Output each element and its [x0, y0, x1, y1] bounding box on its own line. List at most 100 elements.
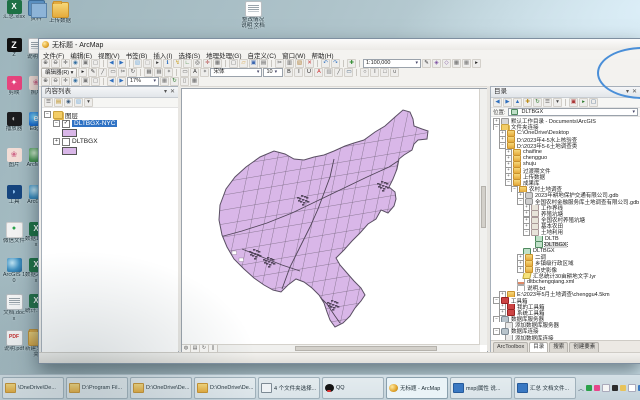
catalog-item-label[interactable]: chengguo [523, 155, 547, 161]
print-icon[interactable]: ▤ [259, 59, 268, 68]
menu-item-6[interactable]: 地理处理(G) [206, 50, 241, 60]
desktop-icon-zapp[interactable]: ZZ [2, 38, 26, 58]
rect-icon[interactable]: ▭ [108, 68, 117, 77]
table-icon[interactable]: ▦ [144, 68, 153, 77]
up-icon[interactable]: ▲ [513, 98, 522, 107]
open-icon[interactable]: ▱ [239, 59, 248, 68]
desktop-icon-doc[interactable]: 整改情况说明 文档汇总 [241, 1, 265, 29]
desktop-icon-dark[interactable]: ◐播放器 [2, 112, 26, 132]
back-icon[interactable]: ◀ [107, 59, 116, 68]
layer-visibility-checkbox[interactable] [62, 138, 70, 146]
toc-tree-row[interactable]: −图层 [44, 110, 178, 119]
snap-icon[interactable]: ◇ [442, 59, 451, 68]
identify-icon[interactable]: ℹ [163, 59, 172, 68]
catalog-tab-ArcToolbox[interactable]: ArcToolbox [493, 342, 528, 352]
taskbar-button-qq[interactable]: QQ [322, 377, 384, 399]
rotate-icon[interactable]: ↻ [128, 68, 137, 77]
catalog-item-label[interactable]: 文件夹连接 [511, 124, 539, 130]
table-icon[interactable]: ▦ [190, 77, 199, 86]
underline-icon[interactable]: U [304, 68, 313, 77]
toc-tree-row[interactable] [44, 128, 178, 137]
page-icon[interactable]: ▯ [180, 77, 189, 86]
pencil-icon[interactable]: ✎ [88, 68, 97, 77]
refresh-icon[interactable]: ↻ [170, 77, 179, 86]
zoom-out-icon[interactable]: ⊖ [51, 59, 60, 68]
toc-tree-row[interactable] [44, 146, 178, 155]
cut-icon[interactable]: ✂ [275, 59, 284, 68]
arrow-icon[interactable]: ▸ [78, 68, 87, 77]
select-icon[interactable]: ▧ [133, 59, 142, 68]
rect-icon[interactable]: ▭ [180, 68, 189, 77]
taskbar-button-folder[interactable]: D:\Program Fil... [66, 377, 128, 399]
grid-icon[interactable]: ▦ [462, 59, 471, 68]
table-icon[interactable]: ▦ [452, 59, 461, 68]
desktop-icon-blue[interactable]: ◗工具 [2, 185, 26, 205]
list-select-icon[interactable]: ▧ [74, 98, 83, 107]
options-icon[interactable]: ▾ [84, 98, 93, 107]
menu-item-4[interactable]: 插入(I) [153, 50, 172, 60]
taskbar-button-monitor[interactable]: 4 个文件夹选择... [258, 377, 320, 399]
menu-item-2[interactable]: 视图(V) [98, 50, 120, 60]
catalog-tab-目录[interactable]: 目录 [529, 342, 548, 352]
font-family-combo[interactable]: 宋体▾ [210, 68, 262, 77]
catalog-item-label[interactable]: D:\2023年5-6土地调查类 [517, 143, 577, 149]
catalog-item-label[interactable]: C:\OneDrive\Desktop [517, 130, 569, 136]
expand-icon[interactable]: − [493, 316, 500, 322]
desktop-icon-excel[interactable]: X数据2.xlsx [24, 258, 48, 284]
xy-icon[interactable]: ✛ [203, 59, 212, 68]
find-icon[interactable]: ◎ [193, 59, 202, 68]
list-order-icon[interactable]: ☰ [44, 98, 53, 107]
tray-icon-0[interactable] [586, 385, 592, 391]
taskbar-button-arcmap[interactable]: 无标题 - ArcMap [386, 377, 448, 399]
taskbar-button-folder[interactable]: D:\OneDrive\De... [194, 377, 256, 399]
tree-view-icon[interactable]: ☰ [543, 98, 552, 107]
full-extent-icon[interactable]: ◉ [71, 77, 80, 86]
table-icon[interactable]: ▦ [213, 59, 222, 68]
u-icon[interactable]: ∪ [390, 68, 399, 77]
add-data-icon[interactable]: ✚ [347, 59, 356, 68]
layer-visibility-checkbox[interactable]: ✓ [62, 120, 70, 128]
catalog-item-label[interactable]: E:\2023年5月土地调查\chenggu4.5km [517, 291, 610, 297]
layer-symbol-swatch[interactable] [62, 129, 77, 137]
color-a-icon[interactable]: A [314, 68, 323, 77]
folder-plus-icon[interactable]: ✚ [523, 98, 532, 107]
pan-icon[interactable]: ✛ [61, 59, 70, 68]
desktop-icon-stack[interactable]: 资料 [24, 0, 48, 22]
menu-item-5[interactable]: 选择(S) [178, 50, 200, 60]
fixed-out-icon[interactable]: ▢ [91, 59, 100, 68]
zoom-in-icon[interactable]: ⊕ [41, 59, 50, 68]
launch-icon[interactable]: ▸ [579, 98, 588, 107]
tray-icon-4[interactable] [620, 385, 626, 391]
select-el-icon[interactable]: ▸ [153, 59, 162, 68]
forward-icon[interactable]: ▶ [503, 98, 512, 107]
grid-icon[interactable]: ▦ [154, 68, 163, 77]
map-scale-combo[interactable]: 1:100,000▾ [363, 59, 421, 68]
expand-icon[interactable]: + [53, 138, 60, 145]
forward-icon[interactable]: ▶ [117, 59, 126, 68]
hyperlink-icon[interactable]: ↯ [173, 59, 182, 68]
forward-icon[interactable]: ▶ [117, 77, 126, 86]
refresh-button[interactable]: ↻ [200, 345, 209, 352]
catalog-item-label[interactable]: shuju [523, 161, 536, 167]
delete-icon[interactable]: ✕ [305, 59, 314, 68]
italic-icon[interactable]: I [294, 68, 303, 77]
grid-icon[interactable]: ▦ [160, 77, 169, 86]
fill-icon[interactable]: ▨ [324, 68, 333, 77]
cut-icon[interactable]: ✂ [118, 68, 127, 77]
line-icon[interactable]: ╱ [334, 68, 343, 77]
measure-icon[interactable]: ∟ [183, 59, 192, 68]
line-icon[interactable]: ╱ [98, 68, 107, 77]
pick-icon[interactable]: ✦ [200, 68, 209, 77]
catalog-item-label[interactable]: DLTB [545, 236, 559, 242]
fixed-in-icon[interactable]: ▣ [81, 59, 90, 68]
menu-item-9[interactable]: 帮助(H) [312, 50, 334, 60]
fixed-in-icon[interactable]: ▣ [81, 77, 90, 86]
toc-tree-row[interactable]: +DLTBGX [44, 137, 178, 146]
layer-symbol-swatch[interactable] [62, 147, 77, 155]
o-icon[interactable]: ○ [360, 68, 369, 77]
save-icon[interactable]: ▣ [249, 59, 258, 68]
menu-item-0[interactable]: 文件(F) [43, 50, 64, 60]
catalog-item-label[interactable]: 土地利用 [541, 229, 563, 235]
catalog-item-label[interactable]: DLTBGX [545, 242, 567, 248]
catalog-tab-搜索[interactable]: 搜索 [549, 342, 568, 352]
